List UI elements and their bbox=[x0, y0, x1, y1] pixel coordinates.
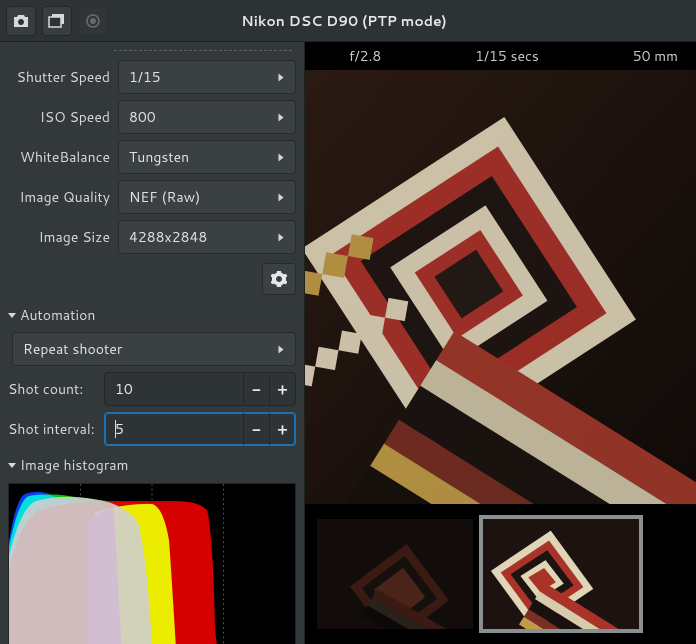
decrement-button[interactable]: − bbox=[243, 373, 269, 405]
gear-icon bbox=[271, 271, 287, 287]
chevron-right-icon bbox=[279, 233, 284, 241]
shot-count-row: Shot count: 10 − + bbox=[4, 369, 300, 409]
setting-row-shutter: Shutter Speed 1/15 bbox=[4, 57, 300, 97]
setting-label: ISO Speed bbox=[8, 107, 110, 127]
preview-info-bar: f/2.8 1/15 secs 50 mm bbox=[305, 42, 696, 70]
decrement-button[interactable]: − bbox=[243, 413, 269, 445]
setting-row-size: Image Size 4288x2848 bbox=[4, 217, 300, 257]
chevron-right-icon bbox=[279, 73, 284, 81]
increment-button[interactable]: + bbox=[269, 413, 295, 445]
dropdown-value: NEF (Raw) bbox=[129, 187, 200, 207]
burst-icon bbox=[48, 14, 66, 28]
increment-button[interactable]: + bbox=[269, 373, 295, 405]
separator bbox=[114, 50, 292, 51]
chevron-right-icon bbox=[279, 153, 284, 161]
histogram-display bbox=[8, 483, 296, 644]
histogram-section-header[interactable]: Image histogram bbox=[4, 449, 300, 479]
thumbnail[interactable] bbox=[483, 519, 639, 629]
setting-row-quality: Image Quality NEF (Raw) bbox=[4, 177, 300, 217]
record-button bbox=[78, 6, 108, 36]
titlebar-button-group bbox=[6, 6, 108, 36]
camera-icon bbox=[13, 14, 29, 28]
dropdown-value: 800 bbox=[129, 107, 156, 127]
white-balance-dropdown[interactable]: Tungsten bbox=[118, 140, 296, 174]
settings-gear-button[interactable] bbox=[262, 263, 296, 295]
shot-interval-row: Shot interval: 5 − + bbox=[4, 409, 300, 449]
shutter-value: 1/15 secs bbox=[381, 46, 632, 66]
section-title: Image histogram bbox=[20, 455, 128, 475]
image-quality-dropdown[interactable]: NEF (Raw) bbox=[118, 180, 296, 214]
disclosure-triangle-icon bbox=[8, 313, 16, 318]
setting-row-wb: WhiteBalance Tungsten bbox=[4, 137, 300, 177]
section-title: Automation bbox=[20, 305, 95, 325]
setting-row-iso: ISO Speed 800 bbox=[4, 97, 300, 137]
dropdown-value: 1/15 bbox=[129, 67, 161, 87]
dropdown-value: Repeat shooter bbox=[23, 339, 122, 359]
settings-panel: Shutter Speed 1/15 ISO Speed 800 WhiteBa… bbox=[0, 42, 304, 644]
shot-interval-value[interactable]: 5 bbox=[105, 419, 243, 439]
chevron-right-icon bbox=[279, 193, 284, 201]
aperture-value: f/2.8 bbox=[349, 46, 381, 66]
dropdown-value: Tungsten bbox=[129, 147, 189, 167]
shot-count-value[interactable]: 10 bbox=[105, 379, 243, 399]
shot-count-stepper[interactable]: 10 − + bbox=[104, 372, 296, 406]
image-size-dropdown[interactable]: 4288x2848 bbox=[118, 220, 296, 254]
shot-interval-label: Shot interval: bbox=[8, 419, 98, 439]
capture-button[interactable] bbox=[6, 6, 36, 36]
disclosure-triangle-icon bbox=[8, 463, 16, 468]
automation-mode-dropdown[interactable]: Repeat shooter bbox=[12, 332, 296, 366]
thumbnail[interactable] bbox=[317, 519, 473, 629]
window-titlebar: Nikon DSC D90 (PTP mode) bbox=[0, 0, 696, 42]
setting-label: Image Quality bbox=[8, 187, 110, 207]
burst-button[interactable] bbox=[42, 6, 72, 36]
iso-speed-dropdown[interactable]: 800 bbox=[118, 100, 296, 134]
setting-label: Shutter Speed bbox=[8, 67, 110, 87]
chevron-right-icon bbox=[279, 113, 284, 121]
image-preview bbox=[305, 70, 696, 504]
shutter-speed-dropdown[interactable]: 1/15 bbox=[118, 60, 296, 94]
record-icon bbox=[86, 14, 100, 28]
text-cursor bbox=[115, 420, 116, 438]
setting-label: Image Size bbox=[8, 227, 110, 247]
automation-mode-row: Repeat shooter bbox=[4, 329, 300, 369]
automation-section-header[interactable]: Automation bbox=[4, 299, 300, 329]
thumbnail-strip bbox=[305, 504, 696, 644]
dropdown-value: 4288x2848 bbox=[129, 227, 207, 247]
focal-length-value: 50 mm bbox=[633, 46, 678, 66]
shot-interval-stepper[interactable]: 5 − + bbox=[104, 412, 296, 446]
chevron-right-icon bbox=[279, 345, 284, 353]
shot-count-label: Shot count: bbox=[8, 379, 98, 399]
setting-label: WhiteBalance bbox=[8, 147, 110, 167]
window-title: Nikon DSC D90 (PTP mode) bbox=[108, 11, 580, 31]
